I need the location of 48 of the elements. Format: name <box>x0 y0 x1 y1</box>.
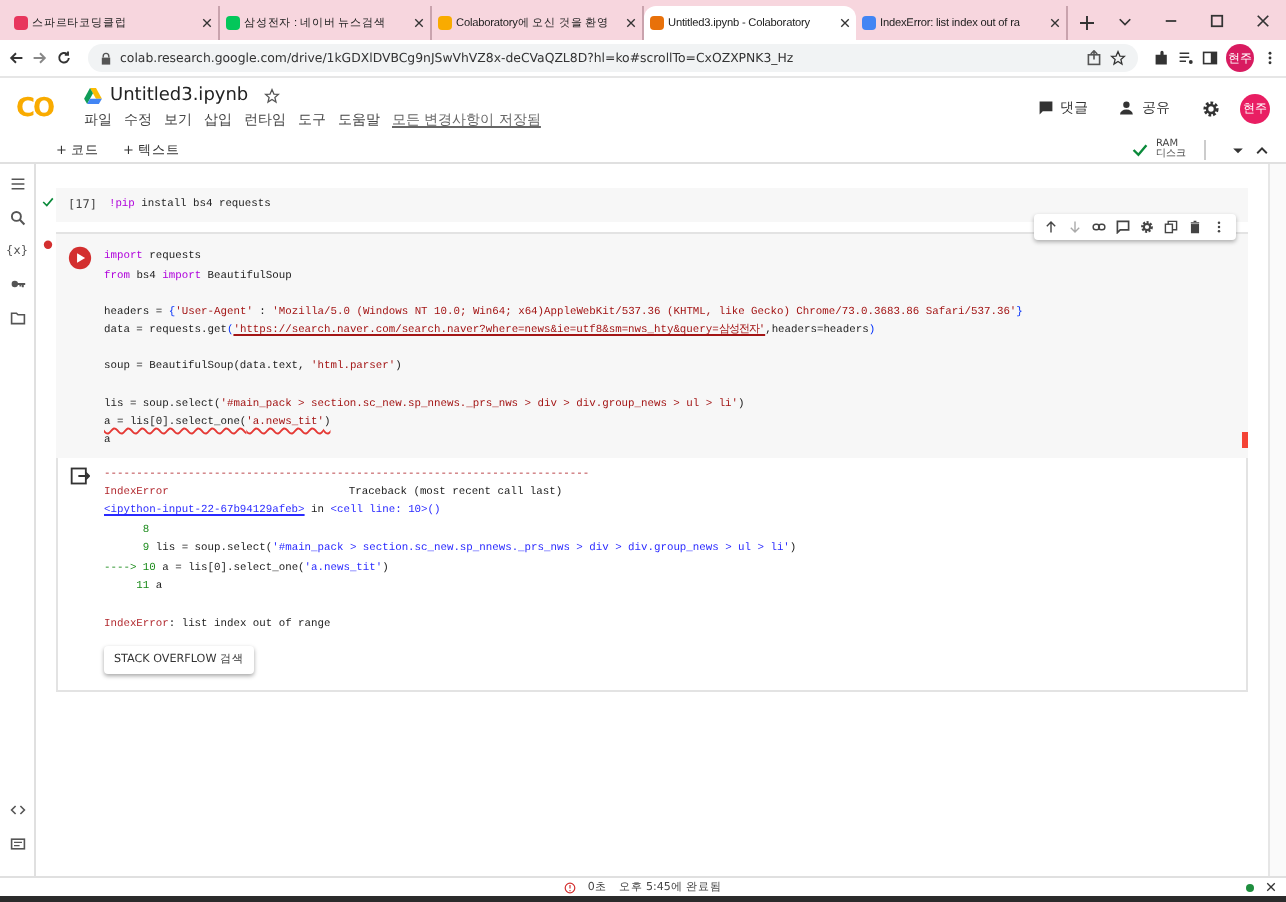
collapse-icon[interactable] <box>1254 142 1270 158</box>
check-icon <box>1132 142 1148 158</box>
close-icon[interactable] <box>1256 14 1270 28</box>
minimize-icon[interactable] <box>1164 14 1178 28</box>
scrollbar[interactable] <box>1268 164 1286 876</box>
drive-icon <box>84 88 102 104</box>
close-icon[interactable] <box>414 18 424 28</box>
comment-icon[interactable] <box>1116 220 1130 235</box>
code-icon[interactable] <box>9 802 25 818</box>
settings-icon[interactable] <box>1202 99 1220 117</box>
chevron-down-icon[interactable] <box>1118 14 1132 28</box>
link-icon[interactable] <box>1092 220 1106 235</box>
close-icon[interactable] <box>202 18 212 28</box>
close-icon[interactable] <box>1050 18 1060 28</box>
delete-icon[interactable] <box>1188 220 1202 235</box>
puzzle-icon[interactable] <box>1154 50 1170 66</box>
playlist-icon[interactable] <box>1178 50 1194 66</box>
settings-icon[interactable] <box>1140 220 1154 235</box>
run-button[interactable] <box>68 246 92 271</box>
forward-icon[interactable] <box>32 50 48 66</box>
close-icon[interactable] <box>1266 882 1276 892</box>
maximize-icon[interactable] <box>1210 14 1224 28</box>
share-icon[interactable] <box>1086 50 1102 66</box>
error-marker <box>1242 431 1248 448</box>
close-icon[interactable] <box>840 18 850 28</box>
key-icon[interactable] <box>9 276 25 292</box>
reload-icon[interactable] <box>56 50 72 66</box>
copy-icon[interactable] <box>1164 220 1178 235</box>
connection-dot <box>1246 883 1254 891</box>
arrow-up-icon[interactable] <box>1044 220 1058 235</box>
more-icon[interactable] <box>1212 220 1226 235</box>
lock-icon <box>100 51 112 65</box>
star-icon[interactable] <box>1110 50 1126 66</box>
alert-icon <box>563 881 576 893</box>
output-icon[interactable] <box>70 465 90 486</box>
people-icon <box>1120 100 1136 116</box>
star-icon[interactable] <box>264 88 281 104</box>
search-icon[interactable] <box>9 210 25 226</box>
caret-icon[interactable] <box>1230 142 1246 158</box>
notebook-title[interactable]: Untitled3.ipynb <box>110 86 249 106</box>
back-icon[interactable] <box>8 50 24 66</box>
terminal-icon[interactable] <box>9 836 25 852</box>
comment-icon <box>1038 100 1054 116</box>
new-tab-icon[interactable] <box>1080 16 1094 30</box>
menu-icon[interactable] <box>9 176 25 192</box>
folder-icon[interactable] <box>9 310 25 326</box>
sidepanel-icon[interactable] <box>1202 50 1218 66</box>
close-icon[interactable] <box>626 18 636 28</box>
